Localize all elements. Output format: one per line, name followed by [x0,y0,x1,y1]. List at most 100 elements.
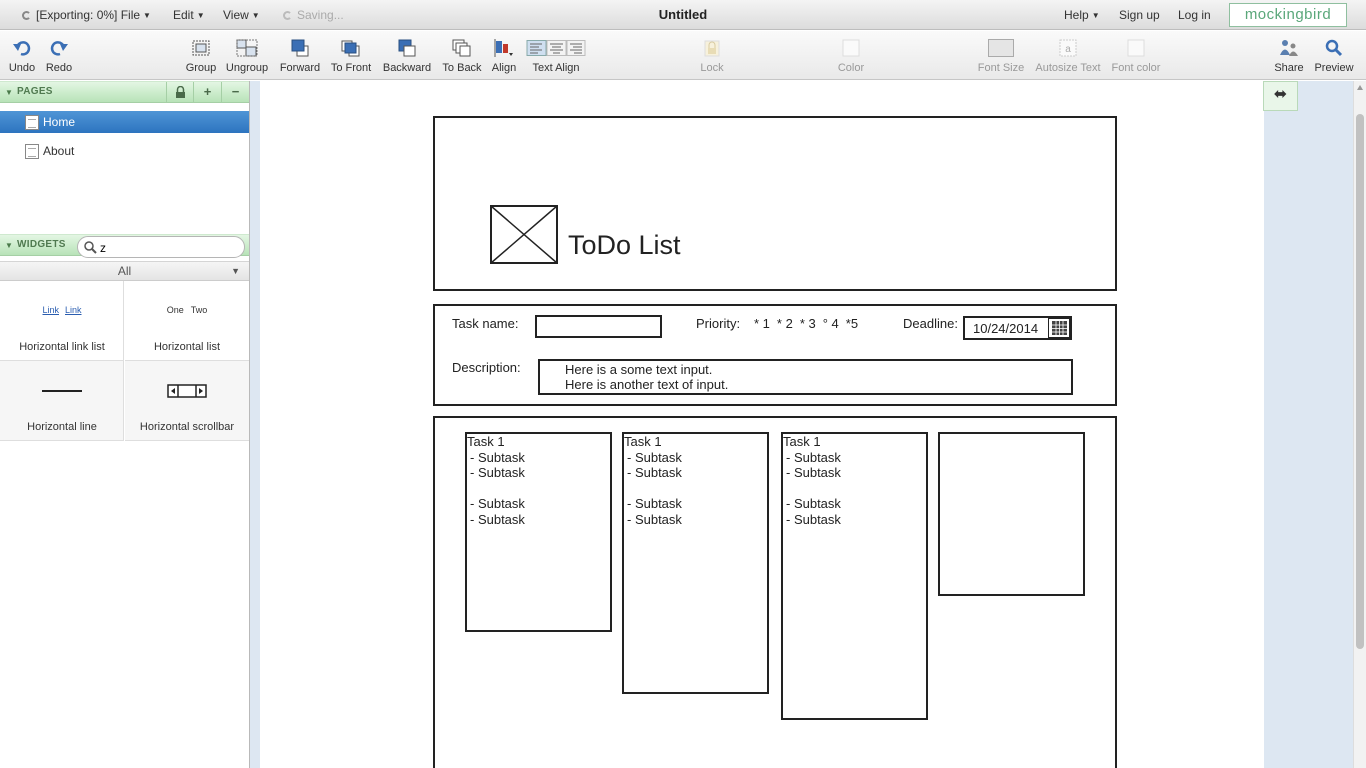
priority-option[interactable]: * 2 [777,316,793,331]
redo-button[interactable]: Redo [43,31,75,80]
double-arrow-icon: ⬌ [1273,86,1288,103]
calendar-icon[interactable] [1048,318,1070,338]
group-icon [192,40,210,56]
widget-label: Horizontal line [27,421,97,433]
task-column[interactable]: Task 1 - Subtask - Subtask - Subtask - S… [465,432,612,632]
task-column[interactable]: Task 1 - Subtask - Subtask - Subtask - S… [622,432,769,694]
file-menu[interactable]: [Exporting: 0%] File ▼ [22,8,151,22]
align-button[interactable]: Align [489,31,519,80]
scrollbar-preview-icon [167,384,207,398]
help-menu-label: Help [1064,8,1089,22]
preview-button[interactable]: Preview [1312,31,1356,80]
subtask-line: - Subtask [470,449,525,465]
preview-item: Two [190,305,208,315]
widget-horizontal-list[interactable]: One Two Horizontal list [125,281,249,361]
image-placeholder-icon[interactable] [490,205,558,264]
priority-option[interactable]: *5 [846,316,858,331]
forward-button[interactable]: Forward [278,31,322,80]
widget-search-input[interactable] [100,240,240,255]
font-color-label: Font color [1111,62,1161,74]
vertical-scrollbar[interactable] [1353,81,1366,768]
task-name-input[interactable] [535,315,662,338]
priority-option[interactable]: * 3 [800,316,816,331]
edit-menu[interactable]: Edit ▼ [173,8,205,22]
widget-horizontal-line[interactable]: Horizontal line [0,361,124,441]
widget-filter-dropdown[interactable]: All ▼ [0,261,249,281]
spinner-icon [283,11,292,20]
add-page-button[interactable]: + [193,82,221,103]
left-panel: ▼ PAGES + − Home About ▼ WIDGETS All ▼ L… [0,81,250,768]
description-textarea[interactable]: Here is a some text input. Here is anoth… [538,359,1073,395]
page-item-label: Home [43,115,76,129]
subtask-line: - Subtask [786,511,841,527]
task-column[interactable]: Task 1 - Subtask - Subtask - Subtask - S… [781,432,928,720]
group-button[interactable]: Group [183,31,219,80]
caret-down-icon: ▼ [196,11,205,20]
view-menu[interactable]: View ▼ [223,8,260,22]
collapse-triangle-icon[interactable]: ▼ [5,241,13,250]
widget-search-box[interactable] [77,236,245,258]
redo-icon [50,41,68,56]
preview-item: One [166,305,184,315]
lock-button[interactable]: Lock [695,31,729,80]
color-button[interactable]: Color [832,31,870,80]
help-menu[interactable]: Help ▼ [1064,8,1100,22]
font-color-button[interactable]: Font color [1109,31,1163,80]
task-title: Task 1 [467,434,505,449]
page-item-home[interactable]: Home [0,111,249,133]
ungroup-button[interactable]: Ungroup [225,31,269,80]
share-icon [1280,40,1298,56]
edit-menu-label: Edit [173,8,194,22]
caret-down-icon: ▼ [231,266,240,276]
brand-logo[interactable]: mockingbird [1229,3,1347,27]
autosize-text-button[interactable]: a Autosize Text [1033,31,1103,80]
mockup-header-box[interactable]: ToDo List [433,116,1117,291]
to-back-button[interactable]: To Back [441,31,483,80]
undo-button[interactable]: Undo [6,31,38,80]
spinner-icon [22,11,31,20]
file-menu-label: [Exporting: 0%] File [36,8,141,22]
share-button[interactable]: Share [1272,31,1306,80]
preview-label: Preview [1314,62,1354,74]
scroll-up-arrow-icon[interactable] [1357,85,1363,90]
canvas-left-margin [250,81,260,768]
subtask-line: - Subtask [786,496,841,511]
mockup-title: ToDo List [568,230,681,260]
priority-options: * 1 * 2 * 3 ° 4 *5 [754,316,858,331]
scrollbar-thumb[interactable] [1356,114,1364,649]
padlock-icon [176,85,185,98]
subtask-line: - Subtask [627,511,682,527]
page-item-about[interactable]: About [0,140,249,162]
plus-icon: + [203,84,212,99]
caret-down-icon: ▼ [143,11,151,20]
deadline-date-picker[interactable]: 10/24/2014 [963,316,1072,340]
widget-label: Horizontal scrollbar [139,421,235,433]
task-column-empty[interactable] [938,432,1085,596]
collapse-triangle-icon[interactable]: ▼ [5,88,13,97]
menu-bar: [Exporting: 0%] File ▼ Edit ▼ View ▼ Saving… [0,0,1366,30]
pages-lock-button[interactable] [166,82,194,103]
list-preview: One Two [125,305,249,315]
signup-link[interactable]: Sign up [1119,8,1160,22]
task-title: Task 1 [783,434,821,449]
page-icon [25,144,39,159]
font-size-icon [988,39,1014,57]
login-link[interactable]: Log in [1178,8,1211,22]
ungroup-label: Ungroup [225,62,269,74]
text-align-label: Text Align [532,62,580,74]
backward-button[interactable]: Backward [381,31,433,80]
saving-status: Saving... [283,8,344,22]
widget-horizontal-scrollbar[interactable]: Horizontal scrollbar [125,361,249,441]
task-title: Task 1 [624,434,662,449]
minus-icon: − [231,84,240,99]
priority-option[interactable]: * 1 [754,316,770,331]
description-label: Description: [452,360,521,375]
mockup-form-box[interactable]: Task name: Priority: * 1 * 2 * 3 ° 4 *5 Dead… [433,304,1117,406]
widget-horizontal-link-list[interactable]: Link Link Horizontal link list [0,281,124,361]
text-align-icons[interactable] [526,40,586,56]
remove-page-button[interactable]: − [221,82,249,103]
to-front-button[interactable]: To Front [330,31,372,80]
priority-option[interactable]: ° 4 [823,316,839,331]
font-size-button[interactable]: Font Size [975,31,1027,80]
expand-canvas-button[interactable]: ⬌ [1263,81,1298,111]
